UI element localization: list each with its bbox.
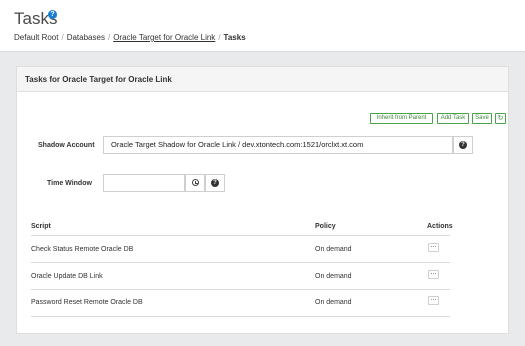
question-circle-icon: ?: [211, 178, 219, 187]
shadow-account-label: Shadow Account: [38, 142, 95, 149]
row-policy: On demand: [315, 299, 352, 306]
breadcrumb-separator: /: [61, 33, 64, 42]
tasks-panel: Tasks for Oracle Target for Oracle Link …: [16, 66, 509, 334]
clock-icon: [191, 179, 199, 187]
table-divider: [31, 235, 450, 236]
page-header: Tasks ? Default Root / Databases / Oracle Ta…: [0, 0, 525, 52]
breadcrumb-item-oracle-target[interactable]: Oracle Target for Oracle Link: [113, 33, 215, 42]
row-script: Oracle Update DB Link: [31, 273, 103, 280]
breadcrumb-item-databases[interactable]: Databases: [67, 33, 105, 42]
time-window-input[interactable]: [103, 174, 185, 192]
time-window-clock-button[interactable]: [185, 174, 205, 192]
shadow-account-help-button[interactable]: ?: [453, 136, 473, 154]
row-script: Check Status Remote Oracle DB: [31, 246, 134, 253]
column-header-script: Script: [31, 223, 51, 230]
table-divider: [31, 316, 450, 317]
time-window-help-button[interactable]: ?: [205, 174, 225, 192]
add-task-button[interactable]: Add Task: [437, 113, 469, 124]
column-header-policy: Policy: [315, 223, 336, 230]
breadcrumb-separator: /: [218, 33, 221, 42]
inherit-from-parent-button[interactable]: Inherit from Parent: [370, 113, 433, 124]
save-button[interactable]: Save: [472, 113, 492, 124]
breadcrumb: Default Root / Databases / Oracle Target for…: [14, 33, 246, 42]
row-actions-button[interactable]: ...: [428, 295, 439, 305]
question-circle-icon: ?: [459, 140, 467, 149]
breadcrumb-item-default-root[interactable]: Default Root: [14, 33, 58, 42]
time-window-label: Time Window: [47, 180, 92, 187]
question-circle-icon[interactable]: ?: [48, 10, 57, 19]
table-divider: [31, 262, 450, 263]
breadcrumb-item-tasks: Tasks: [223, 33, 246, 42]
table-divider: [31, 289, 450, 290]
breadcrumb-separator: /: [107, 33, 111, 42]
row-script: Password Reset Remote Oracle DB: [31, 299, 143, 306]
refresh-icon[interactable]: ↻: [495, 113, 506, 124]
row-policy: On demand: [315, 273, 352, 280]
row-actions-button[interactable]: ...: [428, 242, 439, 252]
row-policy: On demand: [315, 246, 352, 253]
panel-title: Tasks for Oracle Target for Oracle Link: [25, 75, 172, 84]
column-header-actions: Actions: [427, 223, 453, 230]
panel-heading: Tasks for Oracle Target for Oracle Link: [17, 67, 508, 92]
row-actions-button[interactable]: ...: [428, 269, 439, 279]
shadow-account-field[interactable]: Oracle Target Shadow for Oracle Link / d…: [103, 136, 453, 154]
